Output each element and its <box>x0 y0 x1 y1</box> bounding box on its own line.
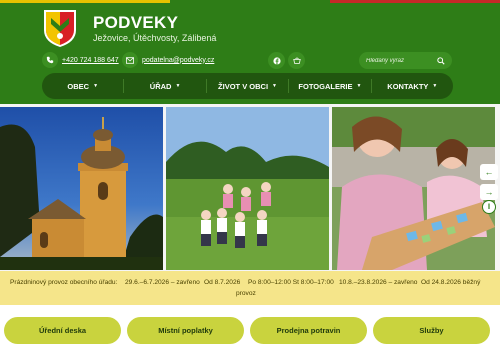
nav-label: ÚŘAD <box>149 81 172 91</box>
main-navigation: OBEC ▼ ÚŘAD ▼ ŽIVOT V OBCI ▼ FOTOGALERIE ▼ K… <box>42 73 453 99</box>
notice-text: Od 24.8.2026 běžný <box>421 279 481 286</box>
caret-down-icon: ▼ <box>272 83 277 89</box>
photo-carousel: ← → ‖ <box>0 104 500 271</box>
search-input[interactable] <box>366 57 436 64</box>
envelope-icon <box>122 52 138 68</box>
nav-item-urad[interactable]: ÚŘAD ▼ <box>124 73 205 99</box>
caret-down-icon: ▼ <box>175 83 181 89</box>
notice-text: 29.6.–6.7.2026 – zavřeno <box>125 279 200 286</box>
local-fees-button[interactable]: Místní poplatky <box>127 317 244 344</box>
search-box[interactable] <box>359 52 452 69</box>
church-photo[interactable] <box>0 107 163 270</box>
nav-item-fotogalerie[interactable]: FOTOGALERIE ▼ <box>289 73 370 99</box>
search-icon[interactable] <box>437 56 445 65</box>
site-title[interactable]: PODVEKY <box>93 13 178 33</box>
notice-text: Od 8.7.2026 <box>204 279 241 286</box>
shop-icon[interactable] <box>288 52 305 69</box>
notice-text: Po 8:00–12:00 St 8:00–17:00 <box>248 279 334 286</box>
arrow-left-icon[interactable]: ← <box>480 164 498 180</box>
pause-icon[interactable]: ‖ <box>482 200 496 214</box>
email-link[interactable]: podatelna@podveky.cz <box>122 52 214 68</box>
children-playing-photo[interactable] <box>332 107 495 270</box>
notice-text: provoz <box>236 290 256 297</box>
nav-item-kontakty[interactable]: KONTAKTY ▼ <box>372 73 453 99</box>
nav-item-obec[interactable]: OBEC ▼ <box>42 73 123 99</box>
caret-down-icon: ▼ <box>356 83 362 89</box>
notice-text: 10.8.–23.8.2026 – zavřeno <box>339 279 418 286</box>
nav-item-zivot-v-obci[interactable]: ŽIVOT V OBCI ▼ <box>207 73 288 99</box>
nav-label: KONTAKTY <box>387 81 429 91</box>
page: PODVEKY Ježovice, Útěchvosty, Zálibená +… <box>0 0 500 348</box>
nav-label: ŽIVOT V OBCI <box>218 81 269 91</box>
notice-text: Prázdninový provoz obecního úřadu: <box>10 279 118 286</box>
coat-of-arms-logo[interactable] <box>42 8 78 48</box>
phone-number[interactable]: +420 724 188 647 <box>62 57 119 64</box>
office-hours-notice: Prázdninový provoz obecního úřadu: 29.6.… <box>0 271 500 305</box>
nav-label: OBEC <box>67 81 90 91</box>
email-address[interactable]: podatelna@podveky.cz <box>142 57 214 64</box>
arrow-right-icon[interactable]: → <box>480 184 498 200</box>
site-subtitle: Ježovice, Útěchvosty, Zálibená <box>93 33 217 43</box>
phone-link[interactable]: +420 724 188 647 <box>42 52 119 68</box>
facebook-icon[interactable] <box>268 52 285 69</box>
children-group-photo[interactable] <box>166 107 329 270</box>
caret-down-icon: ▼ <box>93 83 99 89</box>
phone-icon <box>42 52 58 68</box>
nav-label: FOTOGALERIE <box>298 81 353 91</box>
official-board-button[interactable]: Úřední deska <box>4 317 121 344</box>
services-button[interactable]: Služby <box>373 317 490 344</box>
site-header: PODVEKY Ježovice, Útěchvosty, Zálibená +… <box>0 3 500 104</box>
caret-down-icon: ▼ <box>432 83 438 89</box>
grocery-store-button[interactable]: Prodejna potravin <box>250 317 367 344</box>
